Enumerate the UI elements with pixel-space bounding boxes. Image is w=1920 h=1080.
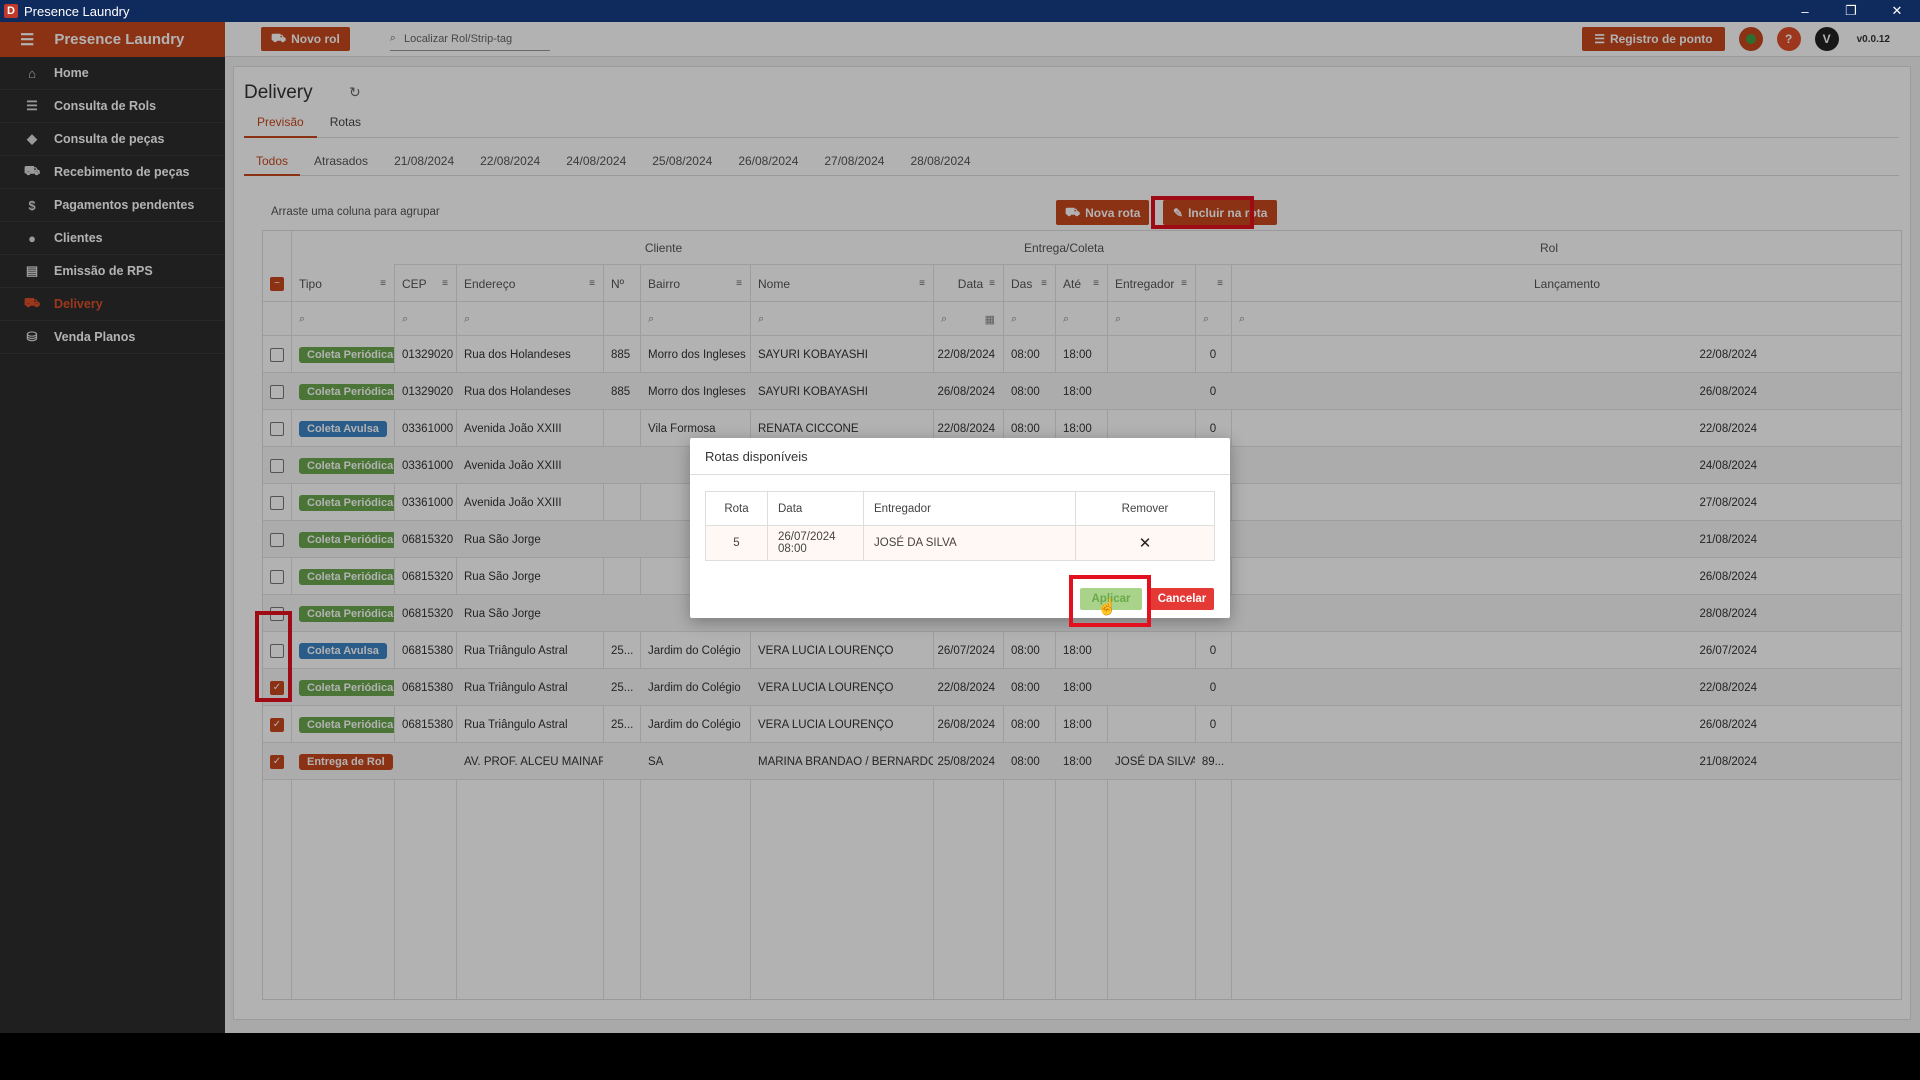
hand-cursor-icon: ☝	[1097, 599, 1117, 616]
window-title: Presence Laundry	[24, 3, 130, 19]
routes-table: Rota Data Entregador Remover 5 26/07/2024 08:…	[705, 491, 1215, 561]
route-data: 26/07/2024 08:00	[768, 526, 864, 560]
close-icon: ✕	[1138, 535, 1152, 552]
route-entregador: JOSÉ DA SILVA	[864, 526, 1076, 560]
routes-column-header: Remover	[1121, 502, 1169, 515]
restore-button[interactable]: ❐	[1828, 0, 1874, 22]
window-titlebar: D Presence Laundry – ❐ ✕	[0, 0, 1920, 22]
route-row[interactable]: 5 26/07/2024 08:00 JOSÉ DA SILVA ✕	[706, 526, 1214, 560]
close-window-button[interactable]: ✕	[1874, 0, 1920, 22]
app-icon: D	[4, 4, 18, 18]
routes-column-header: Rota	[706, 492, 768, 525]
routes-column-header: Data	[768, 492, 864, 525]
modal-title: Rotas disponíveis	[690, 438, 1230, 475]
minimize-button[interactable]: –	[1782, 0, 1828, 22]
routes-column-header: Entregador	[864, 492, 1076, 525]
cancel-button[interactable]: Cancelar	[1150, 588, 1214, 610]
remove-route-button[interactable]: ✕	[1076, 526, 1214, 560]
bottom-bar	[0, 1033, 1920, 1080]
route-rota: 5	[706, 526, 768, 560]
routes-header-row: Rota Data Entregador Remover	[706, 492, 1214, 526]
